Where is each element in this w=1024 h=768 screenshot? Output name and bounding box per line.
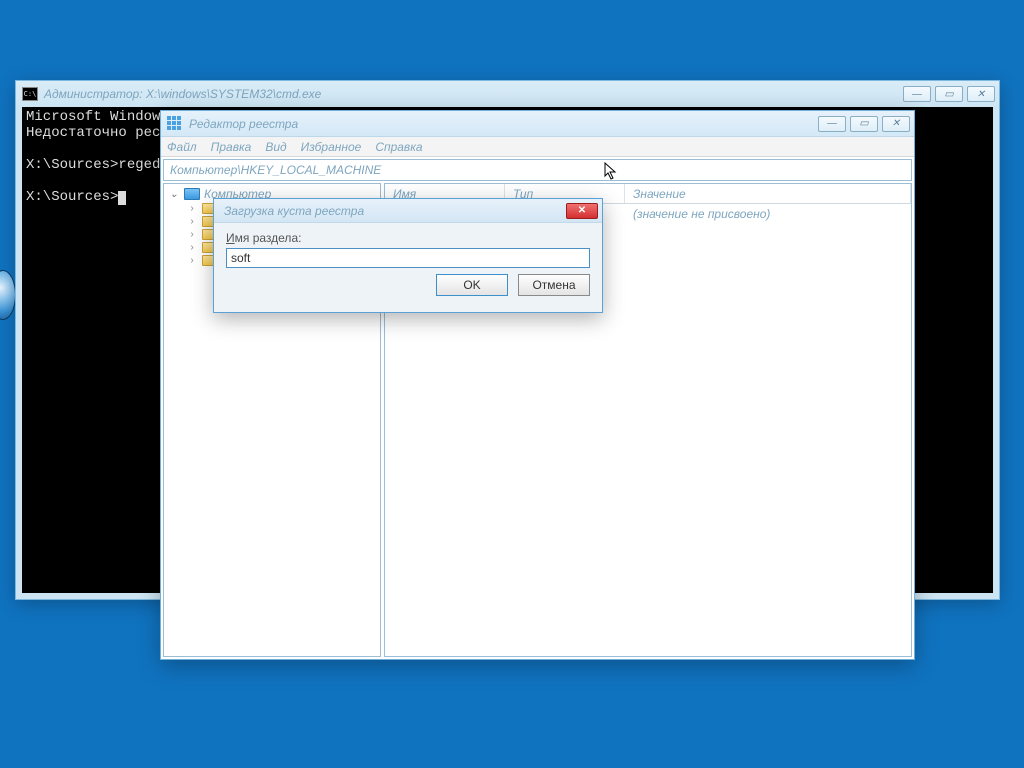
cmd-titlebar[interactable]: C:\ Администратор: X:\windows\SYSTEM32\c…: [16, 81, 999, 107]
chevron-right-icon[interactable]: ›: [186, 242, 198, 253]
cmd-line: Недостаточно ресу: [26, 125, 169, 141]
chevron-right-icon[interactable]: ›: [186, 203, 198, 214]
dialog-close-button[interactable]: ✕: [566, 203, 598, 219]
cmd-close-button[interactable]: ✕: [967, 86, 995, 102]
menu-favorites[interactable]: Избранное: [301, 140, 362, 154]
menu-edit[interactable]: Правка: [211, 140, 252, 154]
start-orb[interactable]: [0, 270, 16, 320]
menu-help[interactable]: Справка: [375, 140, 422, 154]
cmd-icon: C:\: [22, 87, 38, 101]
address-text: Компьютер\HKEY_LOCAL_MACHINE: [170, 163, 381, 177]
chevron-right-icon[interactable]: ›: [186, 229, 198, 240]
regedit-icon: [167, 116, 183, 132]
computer-icon: [184, 188, 200, 200]
regedit-minimize-button[interactable]: —: [818, 116, 846, 132]
regedit-maximize-button[interactable]: ▭: [850, 116, 878, 132]
load-hive-dialog: Загрузка куста реестра ✕ Имя раздела: OK…: [213, 198, 603, 313]
regedit-addressbar[interactable]: Компьютер\HKEY_LOCAL_MACHINE: [163, 159, 912, 181]
dialog-label: Имя раздела:: [226, 231, 590, 245]
cmd-maximize-button[interactable]: ▭: [935, 86, 963, 102]
cmd-minimize-button[interactable]: —: [903, 86, 931, 102]
regedit-close-button[interactable]: ✕: [882, 116, 910, 132]
cancel-button[interactable]: Отмена: [518, 274, 590, 296]
regedit-title-text: Редактор реестра: [189, 117, 298, 131]
cmd-title-text: Администратор: X:\windows\SYSTEM32\cmd.e…: [44, 87, 321, 101]
regedit-titlebar[interactable]: Редактор реестра — ▭ ✕: [161, 111, 914, 137]
dialog-title-text: Загрузка куста реестра: [224, 204, 364, 218]
menu-file[interactable]: Файл: [167, 140, 197, 154]
section-name-input[interactable]: [226, 248, 590, 268]
chevron-right-icon[interactable]: ›: [186, 255, 198, 266]
regedit-menubar: Файл Правка Вид Избранное Справка: [161, 137, 914, 157]
cmd-line: Microsoft Windows: [26, 109, 169, 125]
cmd-line: X:\Sources>regedi: [26, 157, 169, 173]
cmd-caret: [118, 191, 126, 205]
list-row-value[interactable]: (значение не присвоено): [625, 204, 911, 224]
menu-view[interactable]: Вид: [265, 140, 286, 154]
chevron-right-icon[interactable]: ›: [186, 216, 198, 227]
col-value[interactable]: Значение: [625, 184, 911, 203]
ok-button[interactable]: OK: [436, 274, 508, 296]
chevron-down-icon[interactable]: ⌄: [168, 189, 180, 200]
regedit-window: Редактор реестра — ▭ ✕ Файл Правка Вид И…: [160, 110, 915, 660]
cmd-line: X:\Sources>: [26, 189, 118, 205]
dialog-titlebar[interactable]: Загрузка куста реестра ✕: [214, 199, 602, 223]
